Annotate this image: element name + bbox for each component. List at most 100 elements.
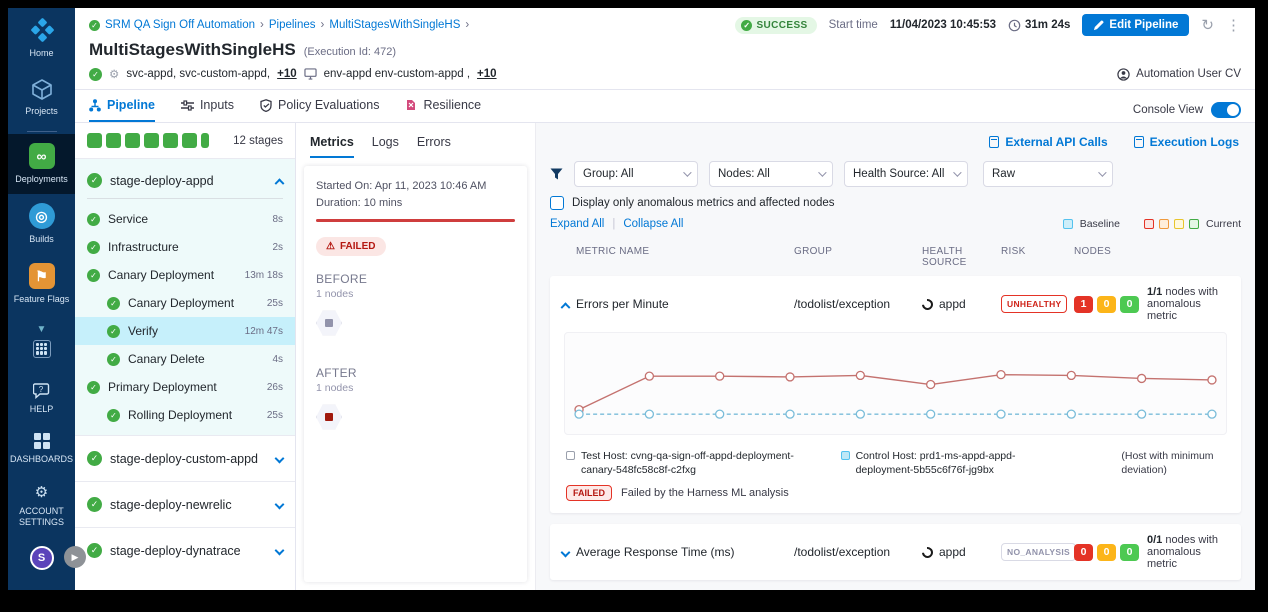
- test-host-checkbox[interactable]: [566, 451, 575, 460]
- started-on: Started On: Apr 11, 2023 10:46 AM: [316, 180, 515, 192]
- risk-badge: UNHEALTHY: [1001, 295, 1067, 313]
- step-service[interactable]: ✓Service8s: [75, 205, 295, 233]
- step-rolling-deployment[interactable]: ✓Rolling Deployment25s: [75, 401, 295, 429]
- appdynamics-icon: [920, 545, 935, 560]
- sidebar-item-dashboards[interactable]: DASHBOARDS: [8, 424, 75, 474]
- sidebar-item-label: ACCOUNT SETTINGS: [10, 506, 73, 527]
- tab-pipeline[interactable]: Pipeline: [89, 98, 155, 122]
- col-nodes: NODES: [1074, 246, 1231, 268]
- after-node-hexagon[interactable]: [316, 404, 342, 430]
- sidebar-item-label: Projects: [25, 106, 58, 116]
- verify-step-panel: Metrics Logs Errors Started On: Apr 11, …: [296, 123, 536, 590]
- chevron-down-icon: [953, 168, 961, 176]
- col-metric-name: METRIC NAME: [576, 246, 794, 268]
- environment-icon: [304, 68, 317, 80]
- tab-logs[interactable]: Logs: [372, 135, 399, 158]
- tab-resilience[interactable]: Resilience: [405, 98, 481, 122]
- deployments-icon: ∞: [29, 143, 55, 169]
- chevron-down-icon: [561, 547, 571, 557]
- collapse-panel-handle[interactable]: ▶: [64, 546, 86, 568]
- nav-more-chevron[interactable]: ▼: [8, 315, 75, 368]
- gear-icon: ⚙: [35, 483, 48, 501]
- breadcrumb-pipeline-name[interactable]: MultiStagesWithSingleHS: [329, 19, 460, 31]
- sidebar-item-home[interactable]: Home: [8, 8, 75, 68]
- environments-more-link[interactable]: +10: [477, 68, 497, 80]
- refresh-icon[interactable]: ↻: [1201, 16, 1214, 34]
- success-check-icon: ✓: [87, 269, 100, 282]
- kebab-menu-icon[interactable]: ⋮: [1226, 16, 1241, 34]
- verify-duration: Duration: 10 mins: [316, 197, 515, 209]
- expand-all-link[interactable]: Expand All: [550, 218, 604, 230]
- stage-group-name: stage-deploy-appd: [110, 174, 214, 188]
- step-verify[interactable]: ✓Verify12m 47s: [75, 317, 295, 345]
- status-badge: ✓SUCCESS: [735, 17, 816, 34]
- raw-filter-select[interactable]: Raw: [983, 161, 1113, 187]
- execution-logs-link[interactable]: Execution Logs: [1134, 135, 1239, 149]
- nodes-filter-select[interactable]: Nodes: All: [709, 161, 833, 187]
- step-infrastructure[interactable]: ✓Infrastructure2s: [75, 233, 295, 261]
- sidebar-item-builds[interactable]: ◎ Builds: [8, 194, 75, 254]
- sidebar-item-projects[interactable]: Projects: [8, 68, 75, 126]
- yellow-node-count: 0: [1097, 544, 1116, 561]
- chevron-down-icon: [683, 168, 691, 176]
- appdynamics-icon: [920, 296, 935, 311]
- breadcrumb-project[interactable]: SRM QA Sign Off Automation: [105, 19, 255, 31]
- console-view-toggle[interactable]: [1211, 102, 1241, 118]
- before-node-hexagon[interactable]: [316, 310, 342, 336]
- start-time-value: 11/04/2023 10:45:53: [890, 19, 996, 31]
- control-host-checkbox[interactable]: [841, 451, 850, 460]
- tab-metrics[interactable]: Metrics: [310, 135, 354, 158]
- inputs-sliders-icon: [181, 100, 194, 111]
- anomalous-only-checkbox[interactable]: [550, 196, 564, 210]
- svg-text:?: ?: [38, 385, 43, 394]
- stage-group-header[interactable]: ✓ stage-deploy-appd: [75, 169, 295, 198]
- tab-inputs[interactable]: Inputs: [181, 98, 234, 122]
- metric-row-errors-per-minute: Errors per Minute /todolist/exception ap…: [550, 276, 1241, 513]
- chevron-up-icon: [275, 178, 285, 188]
- tab-errors[interactable]: Errors: [417, 135, 451, 158]
- sidebar-item-feature-flags[interactable]: ⚑ Feature Flags: [8, 254, 75, 314]
- stage-group-custom-appd[interactable]: ✓stage-deploy-custom-appd: [75, 435, 295, 481]
- collapse-all-link[interactable]: Collapse All: [623, 218, 683, 230]
- baseline-legend-swatch: [1063, 219, 1073, 229]
- services-more-link[interactable]: +10: [277, 68, 297, 80]
- edit-pipeline-button[interactable]: Edit Pipeline: [1082, 14, 1189, 36]
- pencil-icon: [1093, 20, 1104, 31]
- filter-funnel-icon[interactable]: [550, 168, 563, 180]
- success-check-icon: ✓: [87, 543, 102, 558]
- success-check-icon: ✓: [107, 409, 120, 422]
- metric-row-header[interactable]: Errors per Minute /todolist/exception ap…: [550, 276, 1241, 332]
- pipeline-status-icon: ✓: [89, 20, 100, 31]
- metric-row-header[interactable]: Average Response Time (ms) /todolist/exc…: [550, 524, 1241, 580]
- success-check-icon: ✓: [87, 173, 102, 188]
- red-node-count: 1: [1074, 296, 1093, 313]
- test-host-item: Test Host: cvng-qa-sign-off-appd-deploym…: [566, 449, 819, 477]
- external-api-calls-link[interactable]: External API Calls: [989, 135, 1107, 149]
- warning-icon: ⚠: [326, 241, 335, 252]
- metric-chart[interactable]: [569, 337, 1222, 429]
- pipeline-icon: [89, 99, 101, 112]
- tab-policy-evaluations[interactable]: Policy Evaluations: [260, 98, 379, 122]
- stage-group-dynatrace[interactable]: ✓stage-deploy-dynatrace: [75, 527, 295, 573]
- builds-icon: ◎: [29, 203, 55, 229]
- health-source-filter-select[interactable]: Health Source: All: [844, 161, 968, 187]
- step-canary-deployment[interactable]: ✓Canary Deployment25s: [75, 289, 295, 317]
- success-check-icon: ✓: [87, 241, 100, 254]
- stage-group-newrelic[interactable]: ✓stage-deploy-newrelic: [75, 481, 295, 527]
- chevron-down-icon: [275, 500, 285, 510]
- group-filter-select[interactable]: Group: All: [574, 161, 698, 187]
- breadcrumb-pipelines[interactable]: Pipelines: [269, 19, 316, 31]
- step-canary-delete[interactable]: ✓Canary Delete4s: [75, 345, 295, 373]
- sidebar-item-deployments[interactable]: ∞ Deployments: [8, 134, 75, 194]
- help-chat-icon: ?: [33, 383, 51, 399]
- sidebar-item-label: Home: [29, 48, 53, 58]
- sidebar-item-account-settings[interactable]: ⚙ ACCOUNT SETTINGS: [8, 474, 75, 537]
- green-node-count: 0: [1120, 296, 1139, 313]
- step-primary-deployment[interactable]: ✓Primary Deployment26s: [75, 373, 295, 401]
- dashboards-icon: [34, 433, 50, 449]
- before-node-count: 1 nodes: [316, 288, 515, 300]
- console-view-label: Console View: [1133, 104, 1203, 116]
- sidebar-item-help[interactable]: ? HELP: [8, 374, 75, 424]
- step-canary-deployment-group[interactable]: ✓Canary Deployment13m 18s: [75, 261, 295, 289]
- services-status-icon: ✓: [89, 68, 102, 81]
